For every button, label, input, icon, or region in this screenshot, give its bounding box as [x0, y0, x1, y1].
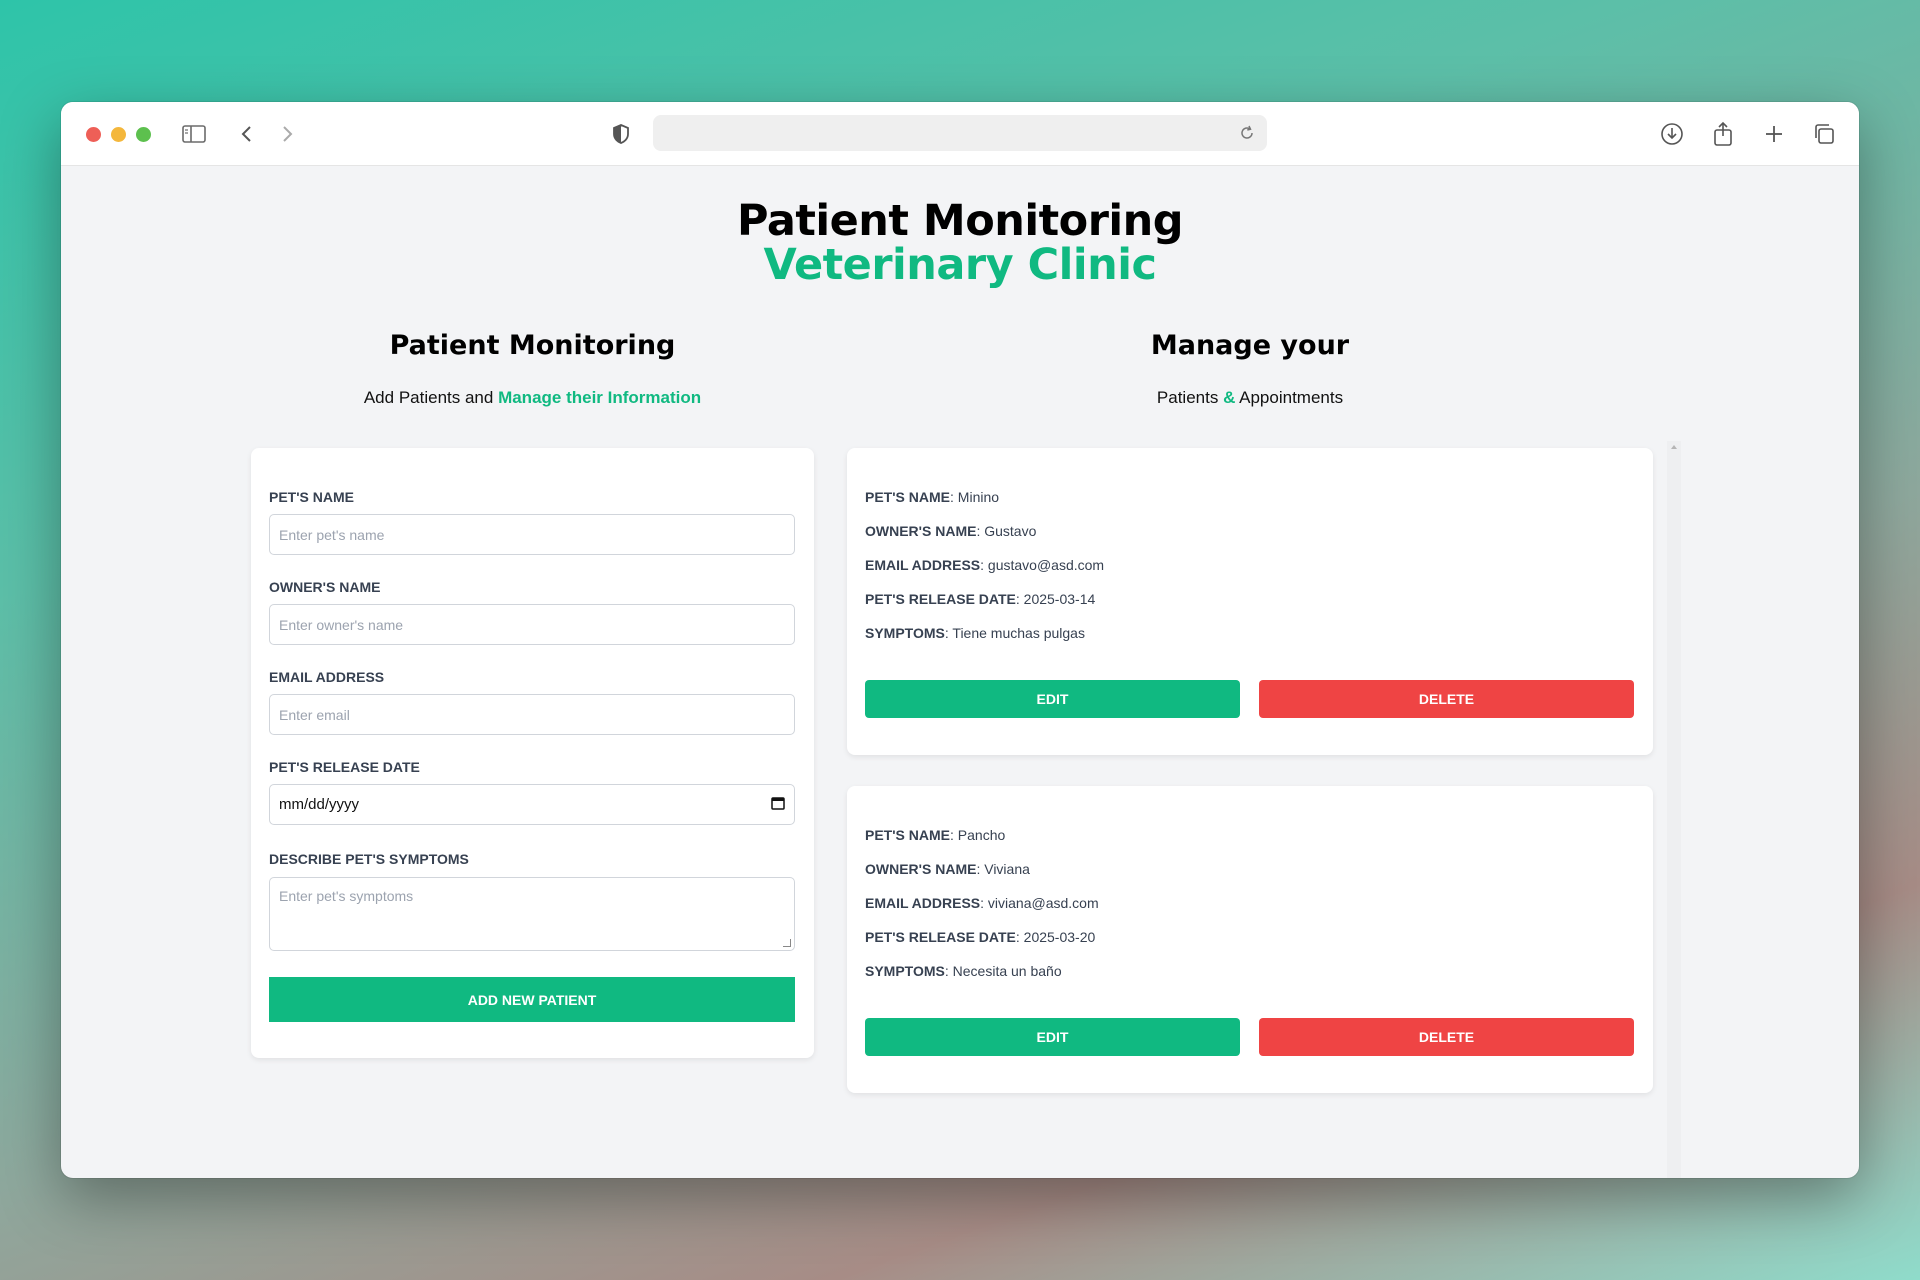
patient-pet-name: Pet's Name: Minino [865, 489, 1000, 505]
owner-name-key: Owner's Name [865, 861, 977, 877]
reload-icon[interactable] [1235, 121, 1259, 145]
pet-name-key: Pet's Name [865, 489, 951, 505]
patient-form: Pet's Name Owner's Name Email Address Pe… [251, 448, 814, 1058]
release-date-input[interactable]: mm/dd/yyyy [269, 784, 795, 825]
share-icon[interactable] [1709, 120, 1737, 148]
form-section-subtitle: Add Patients and Manage their Informatio… [251, 388, 814, 408]
edit-button[interactable]: Edit [865, 680, 1240, 718]
list-subtitle-text-1: Patients [1156, 388, 1224, 407]
patient-email: Email Address: gustavo@asd.com [865, 557, 1105, 573]
release-date-key: Pet's Release Date [865, 929, 1016, 945]
release-date-value: mm/dd/yyyy [279, 796, 360, 813]
tab-overview-icon[interactable] [1810, 120, 1838, 148]
email-label: Email Address [269, 669, 385, 685]
release-date-value: 2025-03-14 [1023, 591, 1096, 607]
patient-email: Email Address: viviana@asd.com [865, 895, 1099, 911]
page-content: Patient Monitoring Veterinary Clinic Pat… [61, 166, 1859, 1178]
owner-name-value: Viviana [984, 861, 1030, 877]
list-subtitle-text-2: Appointments [1235, 388, 1344, 407]
pet-name-key: Pet's Name [865, 827, 951, 843]
form-subtitle-text: Add Patients and [363, 388, 499, 407]
edit-button[interactable]: Edit [865, 1018, 1240, 1056]
patient-card: Pet's Name: Minino Owner's Name: Gustavo… [847, 448, 1653, 755]
email-input[interactable] [269, 694, 795, 735]
owner-name-input[interactable] [269, 604, 795, 645]
address-bar[interactable] [653, 115, 1267, 151]
maximize-window-button[interactable] [136, 127, 151, 142]
pet-name-value: Minino [957, 489, 1000, 505]
pet-name-value: Pancho [957, 827, 1006, 843]
add-patient-button[interactable]: Add New Patient [269, 977, 795, 1022]
patient-owner-name: Owner's Name: Gustavo [865, 523, 1037, 539]
new-tab-icon[interactable] [1760, 120, 1788, 148]
calendar-icon[interactable] [771, 796, 785, 814]
release-date-value: 2025-03-20 [1023, 929, 1096, 945]
symptoms-key: Symptoms [865, 625, 945, 641]
patient-release-date: Pet's Release Date: 2025-03-14 [865, 591, 1096, 607]
symptoms-value: Necesita un baño [952, 963, 1062, 979]
pet-name-label: Pet's Name [269, 489, 355, 505]
symptoms-placeholder: Enter pet's symptoms [279, 888, 414, 904]
pet-name-input[interactable] [269, 514, 795, 555]
patient-symptoms: Symptoms: Tiene muchas pulgas [865, 625, 1085, 641]
release-date-key: Pet's Release Date [865, 591, 1016, 607]
patient-card: Pet's Name: Pancho Owner's Name: Viviana… [847, 786, 1653, 1093]
close-window-button[interactable] [86, 127, 101, 142]
list-section-title: Manage your [1150, 330, 1350, 361]
resize-handle[interactable] [783, 939, 791, 947]
list-subtitle-accent: & [1223, 388, 1236, 407]
email-value: gustavo@asd.com [987, 557, 1105, 573]
minimize-window-button[interactable] [111, 127, 126, 142]
patient-release-date: Pet's Release Date: 2025-03-20 [865, 929, 1096, 945]
symptoms-textarea[interactable]: Enter pet's symptoms [269, 877, 795, 951]
patient-owner-name: Owner's Name: Viviana [865, 861, 1030, 877]
email-value: viviana@asd.com [987, 895, 1099, 911]
release-date-label: Pet's Release Date [269, 759, 420, 775]
email-key: Email Address [865, 895, 981, 911]
owner-name-value: Gustavo [984, 523, 1037, 539]
patient-list: Pet's Name: Minino Owner's Name: Gustavo… [847, 448, 1747, 1178]
forward-icon[interactable] [273, 120, 301, 148]
form-subtitle-accent: Manage their Information [498, 388, 702, 407]
form-section-title: Patient Monitoring [389, 330, 676, 361]
symptoms-label: Describe Pet's Symptoms [269, 851, 469, 867]
patient-pet-name: Pet's Name: Pancho [865, 827, 1006, 843]
delete-button[interactable]: Delete [1259, 1018, 1634, 1056]
download-icon[interactable] [1658, 120, 1686, 148]
symptoms-key: Symptoms [865, 963, 945, 979]
sidebar-toggle-icon[interactable] [180, 120, 208, 148]
back-icon[interactable] [233, 120, 261, 148]
list-section-subtitle: Patients & Appointments [847, 388, 1653, 408]
page-title: Patient Monitoring [736, 196, 1184, 246]
patient-symptoms: Symptoms: Necesita un baño [865, 963, 1062, 979]
page-subtitle: Veterinary Clinic [763, 240, 1157, 290]
browser-window: Patient Monitoring Veterinary Clinic Pat… [61, 102, 1859, 1178]
owner-name-label: Owner's Name [269, 579, 381, 595]
owner-name-key: Owner's Name [865, 523, 977, 539]
browser-toolbar [61, 102, 1859, 166]
delete-button[interactable]: Delete [1259, 680, 1634, 718]
email-key: Email Address [865, 557, 981, 573]
symptoms-value: Tiene muchas pulgas [952, 625, 1085, 641]
shield-icon[interactable] [607, 120, 635, 148]
